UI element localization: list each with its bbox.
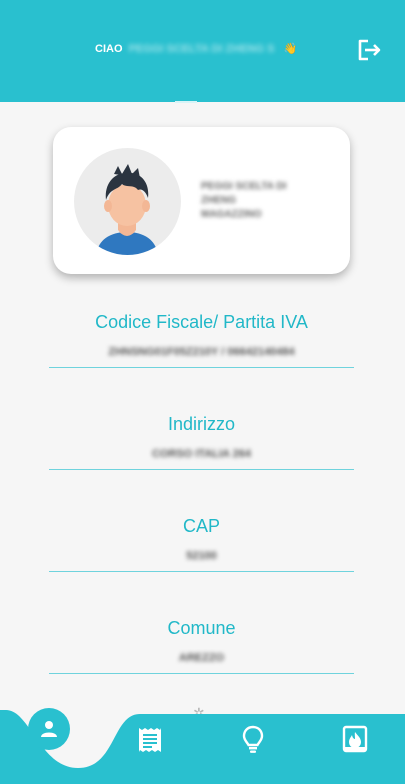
profile-name-line: PEGGI SCELTA DI xyxy=(201,181,287,192)
profile-name-line: MAGAZZINO xyxy=(201,209,262,220)
profile-name-line: ZHENG xyxy=(201,195,236,206)
avatar xyxy=(74,148,181,255)
field-value: 52100 xyxy=(186,550,217,562)
field-divider xyxy=(49,469,354,470)
field-value: CORSO ITALIA 264 xyxy=(151,448,252,460)
app-header: CIAO PEGGI SCELTA DI ZHENG S 👋 xyxy=(0,0,405,102)
field-value: ZHNSNG01F05Z210Y / 06642140484 xyxy=(108,346,295,358)
logout-button[interactable] xyxy=(355,36,383,64)
nav-bills-button[interactable] xyxy=(137,726,163,754)
greeting-label: CIAO xyxy=(95,43,123,55)
profile-card: PEGGI SCELTA DI ZHENG MAGAZZINO xyxy=(53,127,350,274)
greeting-text: CIAO PEGGI SCELTA DI ZHENG S 👋 xyxy=(95,42,297,55)
field-cap: CAP 52100 xyxy=(49,514,354,572)
field-divider xyxy=(49,673,354,674)
lightbulb-icon xyxy=(242,725,264,753)
receipt-icon xyxy=(139,728,161,752)
nav-profile-button[interactable] xyxy=(28,708,70,750)
nav-gas-button[interactable] xyxy=(342,725,368,753)
field-comune: Comune AREZZO xyxy=(49,616,354,674)
user-avatar-icon xyxy=(96,164,158,255)
logout-icon xyxy=(358,39,381,61)
user-name: PEGGI SCELTA DI ZHENG S xyxy=(128,43,275,55)
header-divider xyxy=(175,101,197,103)
profile-name: PEGGI SCELTA DI ZHENG MAGAZZINO xyxy=(201,180,331,222)
field-divider xyxy=(49,367,354,368)
user-icon xyxy=(41,721,57,737)
field-label: Comune xyxy=(167,618,236,638)
field-label: Codice Fiscale/ Partita IVA xyxy=(95,312,308,332)
field-value: AREZZO xyxy=(178,652,225,664)
field-codice-fiscale: Codice Fiscale/ Partita IVA ZHNSNG01F05Z… xyxy=(49,310,354,368)
field-indirizzo: Indirizzo CORSO ITALIA 264 xyxy=(49,412,354,470)
field-divider xyxy=(49,571,354,572)
field-label: Indirizzo xyxy=(167,414,236,434)
field-label: CAP xyxy=(182,516,220,536)
wave-emoji: 👋 xyxy=(283,43,298,55)
gas-flame-icon xyxy=(342,725,368,753)
nav-electricity-button[interactable] xyxy=(241,725,265,755)
